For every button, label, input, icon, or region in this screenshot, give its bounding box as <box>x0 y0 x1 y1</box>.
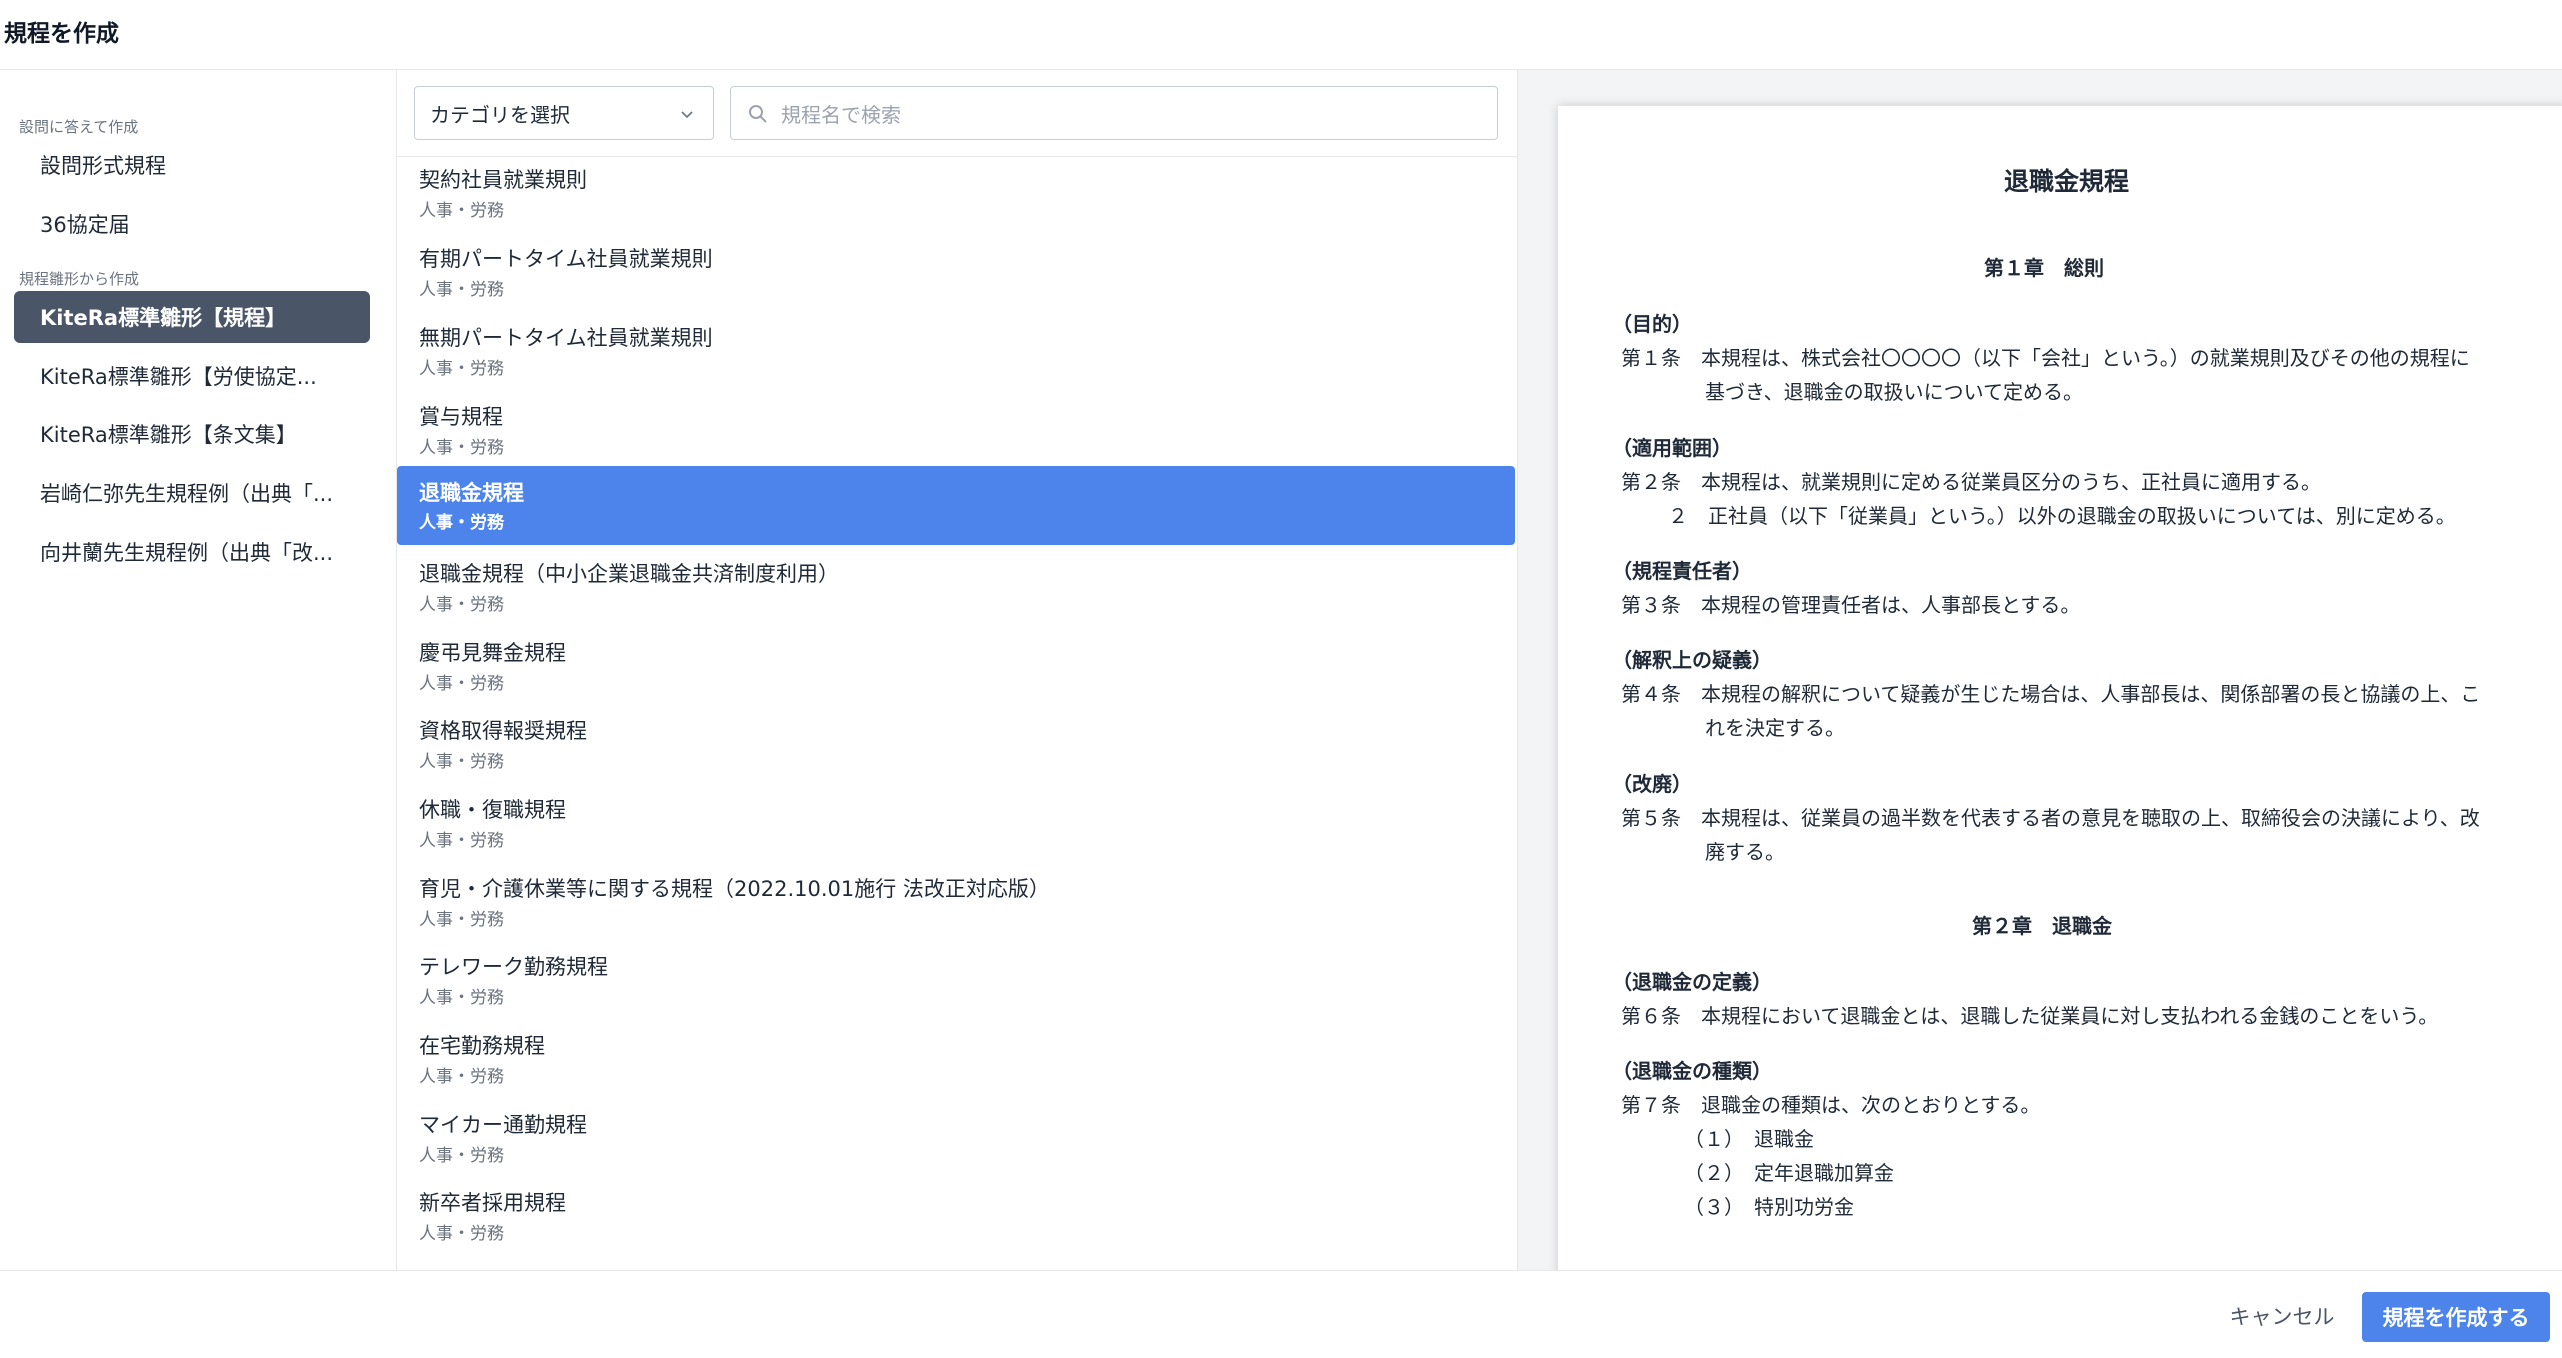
list-item[interactable]: 無期パートタイム社員就業規則人事・労務 <box>397 315 1515 394</box>
article-heading: （適用範囲） <box>1612 436 1732 460</box>
article-heading: （解釈上の疑義） <box>1612 648 1772 672</box>
list-item-name: マイカー通勤規程 <box>419 1113 587 1137</box>
list-item-name: 有期パートタイム社員就業規則 <box>419 247 713 271</box>
list-item[interactable]: 契約社員就業規則人事・労務 <box>397 157 1515 236</box>
article-text: 基づき、退職金の取扱いについて定める。 <box>1705 380 2083 404</box>
list-item[interactable]: マイカー通勤規程人事・労務 <box>397 1102 1515 1181</box>
article-heading: （退職金の種類） <box>1612 1059 1772 1083</box>
chapter-heading: 第１章 総則 <box>1984 256 2104 280</box>
dialog-title: 規程を作成 <box>4 21 119 47</box>
list-item[interactable]: 資格取得報奨規程人事・労務 <box>397 708 1515 787</box>
article-text: 第７条 退職金の種類は、次のとおりとする。 <box>1621 1093 2041 1117</box>
sidebar-item-label: 36協定届 <box>40 213 130 237</box>
dialog-footer: キャンセル 規程を作成する <box>0 1270 2562 1358</box>
sidebar-item-iwasaki-examples[interactable]: 岩崎仁弥先生規程例（出典「... <box>14 467 370 519</box>
list-item-selected[interactable]: 退職金規程人事・労務 <box>397 466 1515 545</box>
list-item-category: 人事・労務 <box>419 910 504 930</box>
sidebar-item-kitera-articles[interactable]: KiteRa標準雛形【条文集】 <box>14 408 370 460</box>
create-rule-button[interactable]: 規程を作成する <box>2362 1292 2550 1342</box>
list-item-name: テレワーク勤務規程 <box>419 955 608 979</box>
list-item[interactable]: 新卒者採用規程人事・労務 <box>397 1180 1515 1259</box>
article-text: れを決定する。 <box>1705 716 1845 740</box>
sidebar-item-36-agreement[interactable]: 36協定届 <box>14 198 370 250</box>
list-item-name: 無期パートタイム社員就業規則 <box>419 326 713 350</box>
article-text: 第５条 本規程は、従業員の過半数を代表する者の意見を聴取の上、取締役会の決議によ… <box>1621 806 2480 830</box>
section-label-questions: 設問に答えて作成 <box>19 118 139 136</box>
article-heading: （目的） <box>1612 312 1692 336</box>
rule-list: 契約社員就業規則 人事・労務 有期パートタイム社員就業規則 人事・労務 無期パートタ… <box>397 157 1518 1270</box>
list-item-category: 人事・労務 <box>419 831 504 851</box>
list-toolbar: カテゴリを選択 規程名で検索 <box>397 70 1518 157</box>
list-item[interactable]: 育児・介護休業等に関する規程（2022.10.01施行 法改正対応版） 人事・労務 <box>397 866 1515 945</box>
chevron-down-icon <box>681 111 693 119</box>
search-icon <box>749 105 767 123</box>
list-item[interactable]: 慶弔見舞金規程人事・労務 <box>397 630 1515 709</box>
list-item-category: 人事・労務 <box>419 438 504 458</box>
sidebar-item-label: 岩崎仁弥先生規程例（出典「... <box>40 482 334 506</box>
article-heading: （改廃） <box>1612 772 1692 796</box>
article-text: 廃する。 <box>1705 840 1785 864</box>
list-item[interactable]: テレワーク勤務規程人事・労務 <box>397 944 1515 1023</box>
list-item-name: 賞与規程 <box>419 405 503 429</box>
list-item-name: 資格取得報奨規程 <box>419 719 587 743</box>
article-text: 第１条 本規程は、株式会社〇〇〇〇（以下「会社」という。）の就業規則及びその他の… <box>1621 346 2470 370</box>
sidebar-item-label: KiteRa標準雛形【規程】 <box>40 306 287 330</box>
list-item[interactable]: 退職金規程（中小企業退職金共済制度利用） 人事・労務 <box>397 551 1515 630</box>
list-item-category: 人事・労務 <box>419 280 504 300</box>
article-text: 第４条 本規程の解釈について疑義が生じた場合は、人事部長は、関係部署の長と協議の… <box>1621 682 2481 706</box>
sidebar-item-kitera-rules[interactable]: KiteRa標準雛形【規程】 <box>14 291 370 343</box>
sidebar-item-mukai-examples[interactable]: 向井蘭先生規程例（出典「改... <box>14 526 370 578</box>
list-item-category: 人事・労務 <box>419 1146 504 1166</box>
sidebar-item-question-rules[interactable]: 設問形式規程 <box>14 139 370 191</box>
list-item-category: 人事・労務 <box>419 988 504 1008</box>
list-item[interactable]: 在宅勤務規程人事・労務 <box>397 1023 1515 1102</box>
sidebar-item-label: 向井蘭先生規程例（出典「改... <box>40 541 334 565</box>
list-item-category: 人事・労務 <box>419 674 504 694</box>
article-text: 第６条 本規程において退職金とは、退職した従業員に対し支払われる金銭のことをいう… <box>1621 1004 2439 1028</box>
list-item-name: 契約社員就業規則 <box>419 168 587 192</box>
search-input[interactable]: 規程名で検索 <box>730 86 1498 140</box>
list-item-category: 人事・労務 <box>419 513 504 533</box>
sidebar-item-kitera-labor-agreement[interactable]: KiteRa標準雛形【労使協定... <box>14 350 370 402</box>
document-title: 退職金規程 <box>2004 167 2130 196</box>
list-item-category: 人事・労務 <box>419 1224 504 1244</box>
list-item-name: 育児・介護休業等に関する規程（2022.10.01施行 法改正対応版） <box>419 877 1050 901</box>
rule-list-panel: カテゴリを選択 規程名で検索 契約社員就業規則人事・労務 有期パートタイム社員就… <box>397 70 1518 1270</box>
article-text: 第３条 本規程の管理責任者は、人事部長とする。 <box>1621 593 2081 617</box>
list-item-name: 新卒者採用規程 <box>419 1191 566 1215</box>
sidebar-item-label: 設問形式規程 <box>40 154 166 178</box>
list-item-category: 人事・労務 <box>419 201 504 221</box>
article-list-item: （３） 特別功労金 <box>1684 1195 1854 1219</box>
article-list-item: （２） 定年退職加算金 <box>1684 1161 1894 1185</box>
article-list-item: （１） 退職金 <box>1684 1127 1814 1151</box>
list-item-name: 退職金規程 <box>419 481 524 505</box>
list-item[interactable]: 有期パートタイム社員就業規則人事・労務 <box>397 236 1515 315</box>
category-select-value: カテゴリを選択 <box>430 102 570 127</box>
list-item-category: 人事・労務 <box>419 359 504 379</box>
list-item-name: 在宅勤務規程 <box>419 1034 545 1058</box>
article-heading: （退職金の定義） <box>1612 970 1772 994</box>
article-text: 第２条 本規程は、就業規則に定める従業員区分のうち、正社員に適用する。 <box>1621 470 2321 494</box>
chapter-heading: 第２章 退職金 <box>1972 914 2112 938</box>
list-item-name: 慶弔見舞金規程 <box>419 641 566 665</box>
list-item-category: 人事・労務 <box>419 1067 504 1087</box>
search-placeholder: 規程名で検索 <box>781 102 901 127</box>
article-text: ２ 正社員（以下「従業員」という。）以外の退職金の取扱いについては、別に定める。 <box>1668 504 2456 528</box>
article-heading: （規程責任者） <box>1612 559 1752 583</box>
document-preview-panel[interactable]: 退職金規程 第１章 総則 （目的） 第１条 本規程は、株式会社〇〇〇〇（以下「会… <box>1518 70 2562 1270</box>
list-item[interactable]: 賞与規程 人事・労務 <box>397 394 1515 473</box>
list-item-name: 退職金規程（中小企業退職金共済制度利用） <box>419 562 839 586</box>
dialog-header: 規程を作成 <box>0 0 2562 70</box>
sidebar-item-label: KiteRa標準雛形【条文集】 <box>40 423 297 447</box>
section-label-templates: 規程雛形から作成 <box>19 270 140 288</box>
list-item-category: 人事・労務 <box>419 595 504 615</box>
sidebar: 設問に答えて作成 設問形式規程 36協定届 規程雛形から作成 KiteRa標準雛… <box>0 70 397 1270</box>
document-page: 退職金規程 第１章 総則 （目的） 第１条 本規程は、株式会社〇〇〇〇（以下「会… <box>1558 106 2562 1270</box>
category-select[interactable]: カテゴリを選択 <box>414 86 714 140</box>
list-item-name: 休職・復職規程 <box>419 798 566 822</box>
list-item-category: 人事・労務 <box>419 752 504 772</box>
list-item[interactable]: 休職・復職規程人事・労務 <box>397 787 1515 866</box>
cancel-button[interactable]: キャンセル <box>2212 1293 2352 1339</box>
sidebar-item-label: KiteRa標準雛形【労使協定... <box>40 365 317 389</box>
